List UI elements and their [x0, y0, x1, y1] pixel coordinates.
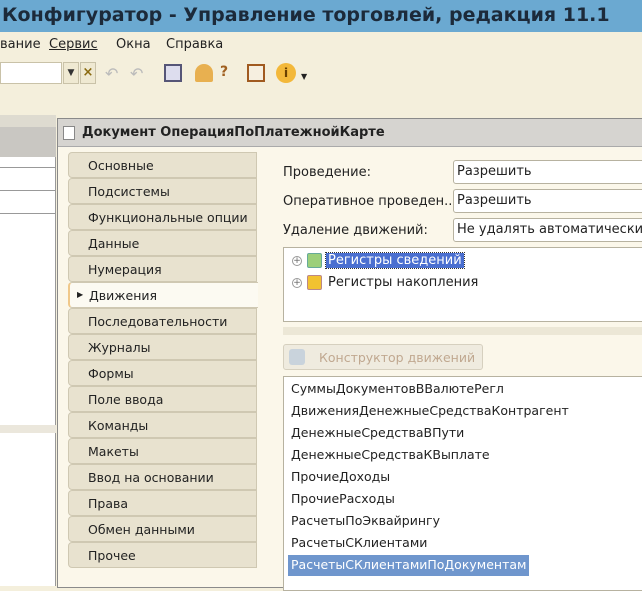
tab-item[interactable]: Основные — [68, 152, 257, 178]
tab-label: Основные — [88, 158, 154, 173]
tree-item-label: Регистры накопления — [328, 275, 479, 290]
menu-bar: вание Сервис Окна Справка — [0, 32, 642, 58]
field-select[interactable]: Разрешить — [453, 189, 642, 213]
register-list-item[interactable]: ДенежныеСредстваКВыплате — [288, 445, 493, 466]
forward-icon[interactable]: ↶ — [130, 64, 148, 83]
tab-label: Команды — [88, 418, 149, 433]
info-icon[interactable]: i — [276, 63, 296, 83]
register-list-item[interactable]: ДенежныеСредстваВПути — [288, 423, 467, 444]
field-select[interactable]: Не удалять автоматически — [453, 218, 642, 242]
menu-item-help[interactable]: Справка — [166, 37, 223, 52]
tab-item[interactable]: Последовательности — [68, 308, 257, 334]
document-icon — [63, 126, 75, 140]
search-help-icon[interactable]: ? — [220, 64, 238, 82]
toolbar-more-icon[interactable]: ▼ — [301, 72, 307, 81]
tab-item[interactable]: Функциональные опции — [68, 204, 257, 230]
tab-label: Поле ввода — [88, 392, 164, 407]
tab-item[interactable]: ▶ Движения — [68, 282, 258, 308]
back-icon[interactable]: ↶ — [105, 64, 123, 83]
document-title-bar: Документ ОперацияПоПлатежнойКарте — [58, 119, 642, 147]
button-label: Конструктор движений — [319, 350, 476, 365]
window-title: Конфигуратор - Управление торговлей, ред… — [2, 4, 610, 26]
tab-label: Последовательности — [88, 314, 228, 329]
tab-item[interactable]: Журналы — [68, 334, 257, 360]
toolbar: ▼ × ↶ ↶ ? i ▼ — [0, 58, 642, 88]
register-list-item[interactable]: ДвиженияДенежныеСредстваКонтрагент — [288, 401, 572, 422]
register-type-tree[interactable]: + Регистры сведений + Регистры накопления — [283, 247, 642, 322]
table-icon — [307, 253, 322, 268]
register-list-item[interactable]: РасчетыСКлиентамиПоДокументам — [288, 555, 530, 576]
document-title: Документ ОперацияПоПлатежнойКарте — [82, 125, 385, 140]
movement-constructor-button[interactable]: Конструктор движений — [283, 344, 483, 370]
field-label: Оперативное проведен... — [283, 194, 457, 209]
report-icon[interactable] — [247, 64, 265, 82]
register-list-item[interactable]: ПрочиеДоходы — [288, 467, 393, 488]
register-list-item[interactable]: РасчетыПоЭквайрингу — [288, 511, 443, 532]
search-input[interactable] — [0, 62, 62, 84]
tab-label: Права — [88, 496, 129, 511]
tab-item[interactable]: Права — [68, 490, 257, 516]
user-icon[interactable] — [195, 64, 213, 82]
field-select[interactable]: Разрешить — [453, 160, 642, 184]
selected-arrow-icon: ▶ — [77, 290, 84, 299]
dropdown-arrow-icon[interactable]: ▼ — [63, 62, 79, 84]
tab-label: Подсистемы — [88, 184, 170, 199]
field-label: Проведение: — [283, 165, 371, 180]
tab-label: Формы — [88, 366, 134, 381]
tab-label: Обмен данными — [88, 522, 195, 537]
windows-icon[interactable] — [164, 64, 182, 82]
tab-label: Макеты — [88, 444, 139, 459]
expand-icon[interactable]: + — [292, 255, 302, 266]
tab-item[interactable]: Ввод на основании — [68, 464, 257, 490]
tab-label: Данные — [88, 236, 140, 251]
expand-icon[interactable]: + — [292, 277, 302, 288]
tree-item-label: Регистры сведений — [325, 252, 465, 269]
register-list-item[interactable]: ПрочиеРасходы — [288, 489, 398, 510]
tree-item-info-registers[interactable]: + Регистры сведений — [292, 252, 465, 271]
coins-icon — [307, 275, 322, 290]
title-bar: Конфигуратор - Управление торговлей, ред… — [0, 0, 642, 32]
constructor-icon — [289, 349, 305, 365]
tab-item[interactable]: Нумерация — [68, 256, 257, 282]
tab-item[interactable]: Прочее — [68, 542, 257, 568]
register-list[interactable]: СуммыДокументовВВалютеРегл ДвиженияДенежн… — [283, 376, 642, 591]
tab-item[interactable]: Команды — [68, 412, 257, 438]
tab-label: Нумерация — [88, 262, 162, 277]
menu-item-windows[interactable]: Окна — [116, 37, 151, 52]
document-window: Документ ОперацияПоПлатежнойКарте Основн… — [57, 118, 642, 591]
tab-item[interactable]: Подсистемы — [68, 178, 257, 204]
tab-item[interactable]: Поле ввода — [68, 386, 257, 412]
menu-item-service[interactable]: Сервис — [49, 37, 98, 52]
tree-item-accumulation-registers[interactable]: + Регистры накопления — [292, 275, 480, 293]
clear-icon[interactable]: × — [80, 62, 96, 84]
tab-label: Функциональные опции — [88, 210, 248, 225]
tab-label: Ввод на основании — [88, 470, 214, 485]
tab-item[interactable]: Данные — [68, 230, 257, 256]
tab-item[interactable]: Макеты — [68, 438, 257, 464]
register-list-item[interactable]: РасчетыСКлиентами — [288, 533, 430, 554]
tab-item[interactable]: Обмен данными — [68, 516, 257, 542]
field-label: Удаление движений: — [283, 223, 428, 238]
register-list-item[interactable]: СуммыДокументовВВалютеРегл — [288, 379, 507, 400]
tab-label: Движения — [89, 288, 158, 303]
tab-item[interactable]: Формы — [68, 360, 257, 386]
tab-label: Прочее — [88, 548, 136, 563]
menu-item-administration[interactable]: вание — [0, 37, 41, 52]
tab-label: Журналы — [88, 340, 151, 355]
left-panel — [0, 115, 56, 586]
splitter[interactable] — [283, 327, 642, 335]
